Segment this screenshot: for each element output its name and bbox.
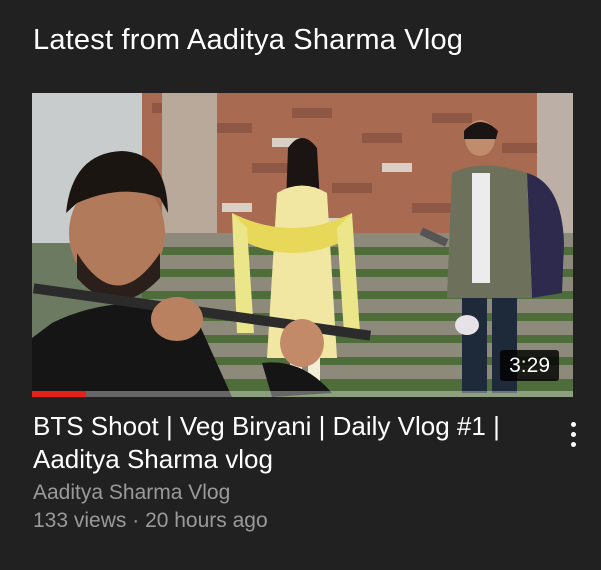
page: Latest from Aaditya Sharma Vlog 3:29 BTS… xyxy=(0,0,601,570)
thumbnail-image xyxy=(32,93,573,397)
more-vert-icon[interactable] xyxy=(558,414,588,454)
meta-separator: · xyxy=(126,509,146,532)
video-title[interactable]: BTS Shoot | Veg Biryani | Daily Vlog #1 … xyxy=(33,410,533,476)
video-metadata: 133 views · 20 hours ago xyxy=(33,509,268,533)
section-title: Latest from Aaditya Sharma Vlog xyxy=(33,24,464,56)
video-thumbnail[interactable]: 3:29 xyxy=(32,93,573,397)
more-dot xyxy=(570,441,576,447)
upload-age: 20 hours ago xyxy=(145,509,268,532)
video-title-line-1: BTS Shoot | Veg Biryani | Daily Vlog #1 … xyxy=(33,411,500,441)
watch-progress-track xyxy=(32,391,573,397)
video-title-line-2: Aaditya Sharma vlog xyxy=(33,444,273,474)
more-dot xyxy=(570,431,576,437)
more-dot xyxy=(570,421,576,427)
view-count: 133 views xyxy=(33,509,127,532)
duration-badge: 3:29 xyxy=(500,350,559,381)
channel-name[interactable]: Aaditya Sharma Vlog xyxy=(33,481,230,505)
watch-progress-fill xyxy=(32,391,87,397)
